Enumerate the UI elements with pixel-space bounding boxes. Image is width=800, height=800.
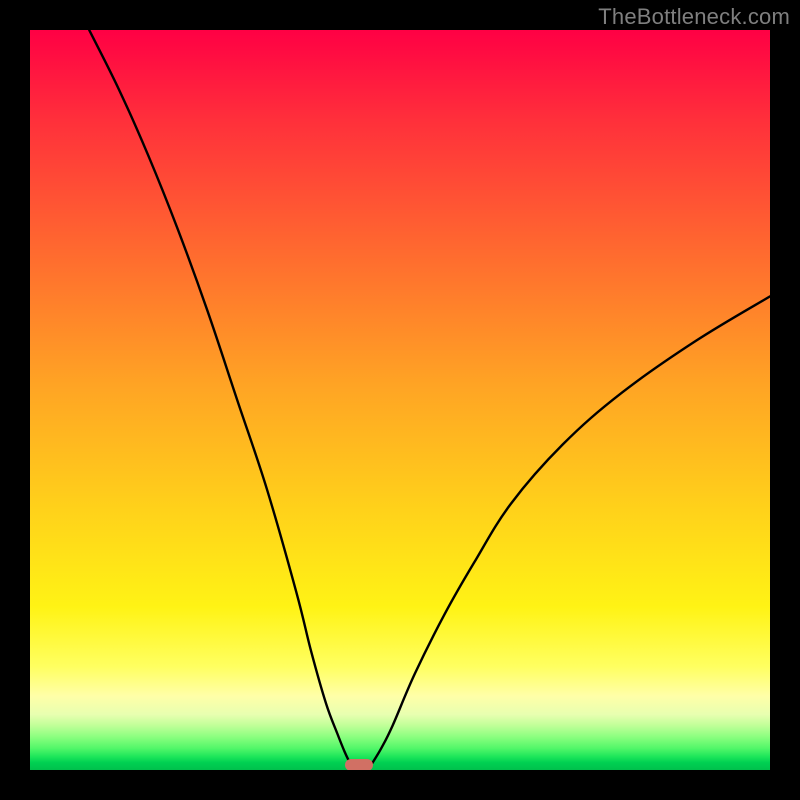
curve-left-branch [89,30,349,763]
chart-stage: TheBottleneck.com [0,0,800,800]
curve-right-branch [373,296,770,762]
trough-marker [345,759,373,770]
bottleneck-curve [30,30,770,770]
watermark-text: TheBottleneck.com [598,4,790,30]
plot-area [30,30,770,770]
